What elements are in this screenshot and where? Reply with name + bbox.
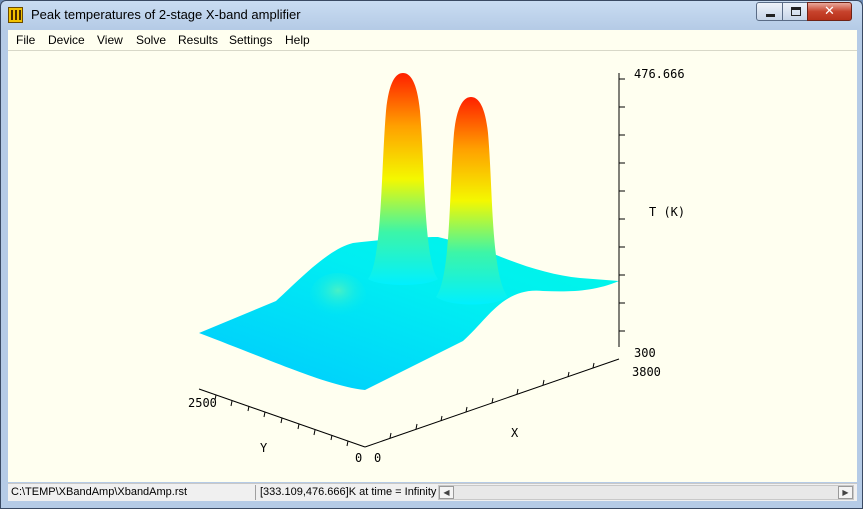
y-axis-ticks [214,394,349,447]
temperature-surface-plot: 476.666 T (K) 300 3800 X 0 2500 Y 0 [188,67,685,465]
app-window: Peak temperatures of 2-stage X-band ampl… [0,0,863,509]
menu-device[interactable]: Device [48,33,85,47]
y-axis-min-label: 0 [355,451,362,465]
close-icon: ✕ [824,4,835,19]
y-axis-max-label: 2500 [188,396,217,410]
close-button[interactable]: ✕ [807,2,852,21]
minimize-icon [766,14,775,17]
x-axis-ticks [389,362,595,439]
minimize-button[interactable] [756,2,783,21]
t-axis-ticks [619,78,625,332]
status-separator [255,485,256,500]
scroll-left-icon[interactable]: ◀ [439,486,454,499]
status-bar: C:\TEMP\XBandAmp\XbandAmp.rst [333.109,4… [8,483,857,501]
plot-area[interactable]: 476.666 T (K) 300 3800 X 0 2500 Y 0 [8,51,857,482]
menu-view[interactable]: View [97,33,123,47]
maximize-icon [791,7,801,16]
scroll-right-icon[interactable]: ▶ [838,486,853,499]
t-axis-max-label: 476.666 [634,67,685,81]
menu-bar: File Device View Solve Results Settings … [8,30,857,51]
horizontal-scrollbar[interactable]: ◀ ▶ [438,485,854,500]
menu-help[interactable]: Help [285,33,310,47]
app-icon[interactable] [8,7,23,23]
window-title: Peak temperatures of 2-stage X-band ampl… [31,7,301,22]
menu-results[interactable]: Results [178,33,218,47]
temperature-peak-right [436,97,508,305]
menu-settings[interactable]: Settings [229,33,272,47]
t-axis-title: T (K) [649,205,685,219]
title-bar[interactable]: Peak temperatures of 2-stage X-band ampl… [1,1,862,29]
x-axis-max-label: 3800 [632,365,661,379]
menu-file[interactable]: File [16,33,35,47]
maximize-button[interactable] [782,2,808,21]
status-readout: [333.109,476.666]K at time = Infinity [260,486,437,498]
x-axis-min-label: 0 [374,451,381,465]
x-axis-title: X [511,426,519,440]
status-file-path: C:\TEMP\XBandAmp\XbandAmp.rst [11,486,188,498]
y-axis-title: Y [260,441,268,455]
temperature-peak-left [368,73,438,285]
menu-solve[interactable]: Solve [136,33,166,47]
t-axis-min-label: 300 [634,346,656,360]
surface-mound [310,273,366,317]
